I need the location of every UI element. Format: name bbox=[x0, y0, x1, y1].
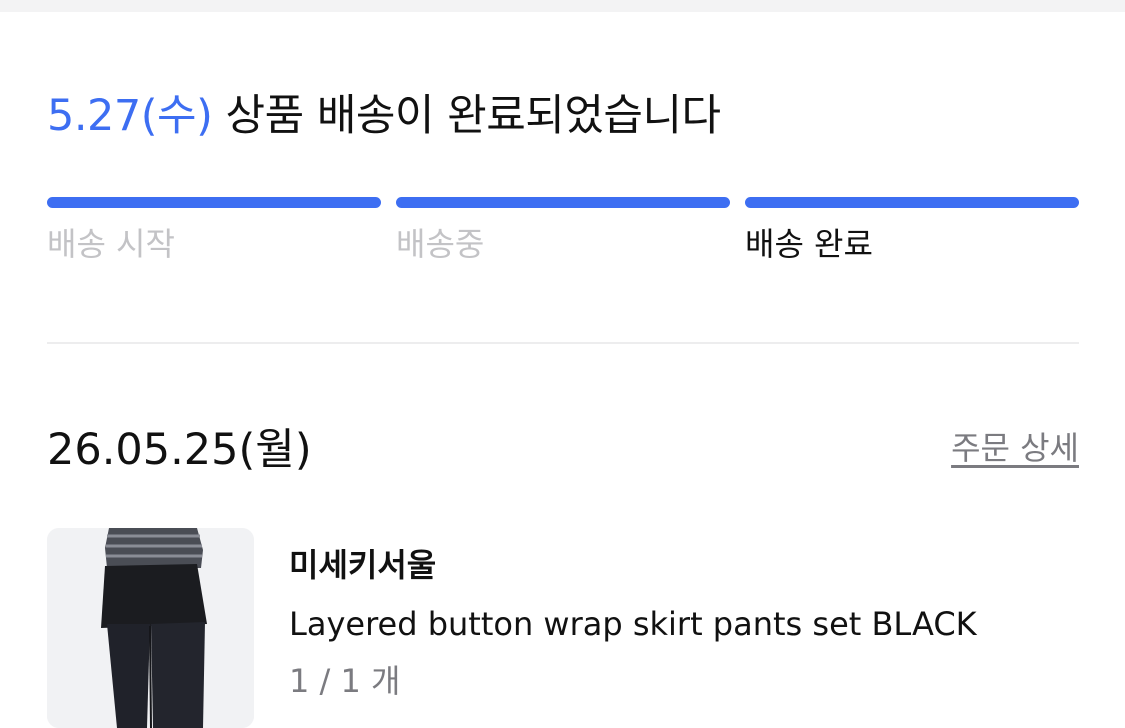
delivery-message: 상품 배송이 완료되었습니다 bbox=[212, 91, 722, 141]
progress-step-in-transit: 배송중 bbox=[396, 197, 730, 264]
progress-label-delivered: 배송 완료 bbox=[745, 225, 873, 263]
progress-step-delivered: 배송 완료 bbox=[745, 197, 1079, 264]
top-strip bbox=[0, 0, 1125, 12]
product-quantity: 1 / 1 개 bbox=[289, 662, 401, 700]
product-image bbox=[47, 528, 254, 728]
product-name[interactable]: Layered button wrap skirt pants set BLAC… bbox=[289, 602, 977, 646]
section-divider bbox=[47, 342, 1079, 344]
product-thumbnail[interactable] bbox=[47, 528, 254, 728]
delivery-date: 5.27(수) bbox=[47, 91, 213, 141]
progress-step-started: 배송 시작 bbox=[47, 197, 381, 264]
product-brand: 미세키서울 bbox=[289, 546, 437, 584]
delivery-progress: 배송 시작 배송중 배송 완료 bbox=[47, 197, 1079, 277]
progress-label-started: 배송 시작 bbox=[47, 225, 175, 263]
order-date: 26.05.25(월) bbox=[47, 425, 312, 475]
progress-label-in-transit: 배송중 bbox=[396, 225, 485, 263]
delivery-status-title: 5.27(수) 상품 배송이 완료되었습니다 bbox=[47, 86, 721, 146]
progress-bar-delivered bbox=[745, 197, 1079, 208]
progress-bar-in-transit bbox=[396, 197, 730, 208]
progress-bar-started bbox=[47, 197, 381, 208]
order-detail-link[interactable]: 주문 상세 bbox=[951, 426, 1079, 470]
